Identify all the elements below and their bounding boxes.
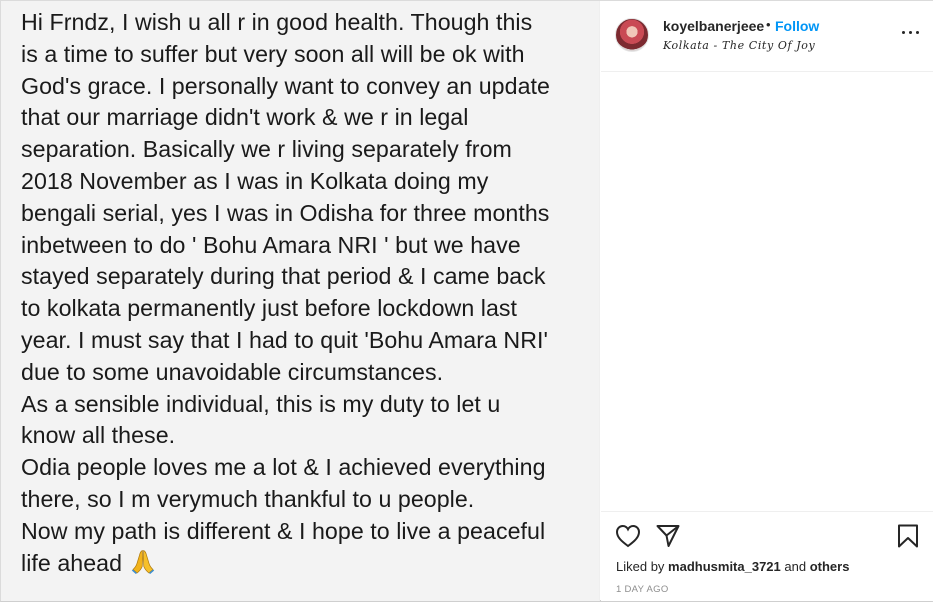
bookmark-icon[interactable] bbox=[895, 523, 921, 549]
post-text-line: As a sensible individual, this is my dut… bbox=[21, 390, 501, 417]
post-text-line: God's grace. I personally want to convey… bbox=[21, 72, 550, 99]
post-sidebar: koyelbanerjeee • Follow Kolkata - The Ci… bbox=[601, 1, 933, 601]
liked-by-middle: and bbox=[780, 559, 810, 574]
liked-by-user-link[interactable]: madhusmita_3721 bbox=[668, 559, 781, 574]
location-link[interactable]: Kolkata - The City Of Joy bbox=[663, 39, 815, 52]
post-actions: Liked by madhusmita_3721 and others 1 DA… bbox=[601, 511, 933, 601]
share-icon[interactable] bbox=[655, 523, 681, 549]
instagram-post-frame: Hi Frndz, I wish u all r in good health.… bbox=[0, 0, 933, 602]
post-text-line: year. I must say that I had to quit 'Boh… bbox=[21, 326, 548, 353]
post-text-line: Odia people loves me a lot & I achieved … bbox=[21, 454, 546, 481]
avatar[interactable] bbox=[615, 18, 649, 52]
post-text-line: is a time to suffer but very soon all wi… bbox=[21, 40, 525, 67]
post-text-line: to kolkata permanently just before lockd… bbox=[21, 295, 518, 322]
post-timestamp[interactable]: 1 DAY AGO bbox=[616, 584, 669, 595]
folded-hands-icon bbox=[131, 549, 155, 574]
post-text-line: know all these. bbox=[21, 422, 176, 449]
username-link[interactable]: koyelbanerjeee bbox=[663, 18, 764, 34]
post-text-line-last: life ahead bbox=[21, 548, 596, 580]
separator-dot: • bbox=[766, 17, 771, 32]
post-header: koyelbanerjeee • Follow Kolkata - The Ci… bbox=[601, 1, 933, 72]
post-text-line: inbetween to do ' Bohu Amara NRI ' but w… bbox=[21, 231, 521, 258]
post-text-line: that our marriage didn't work & we r in … bbox=[21, 104, 469, 131]
follow-button[interactable]: Follow bbox=[775, 18, 819, 34]
liked-by-others-link[interactable]: others bbox=[810, 559, 850, 574]
liked-by-text: Liked by madhusmita_3721 and others bbox=[616, 559, 849, 574]
post-text-line: Hi Frndz, I wish u all r in good health.… bbox=[21, 9, 533, 35]
post-image[interactable]: Hi Frndz, I wish u all r in good health.… bbox=[1, 1, 600, 601]
post-text-line: separation. Basically we r living separa… bbox=[21, 136, 512, 163]
post-text-line: Now my path is different & I hope to liv… bbox=[21, 517, 546, 544]
post-text-line: 2018 November as I was in Kolkata doing … bbox=[21, 167, 489, 194]
more-options-icon[interactable] bbox=[901, 25, 921, 39]
post-text-line: stayed separately during that period & I… bbox=[21, 263, 546, 290]
post-text-line: due to some unavoidable circumstances. bbox=[21, 358, 444, 385]
post-text-line: bengali serial, yes I was in Odisha for … bbox=[21, 199, 550, 226]
post-text-line: life ahead bbox=[21, 549, 123, 576]
liked-by-prefix: Liked by bbox=[616, 559, 669, 574]
post-text: Hi Frndz, I wish u all r in good health.… bbox=[21, 7, 596, 579]
post-text-line: there, so I m verymuch thankful to u peo… bbox=[21, 485, 475, 512]
heart-icon[interactable] bbox=[615, 523, 641, 549]
